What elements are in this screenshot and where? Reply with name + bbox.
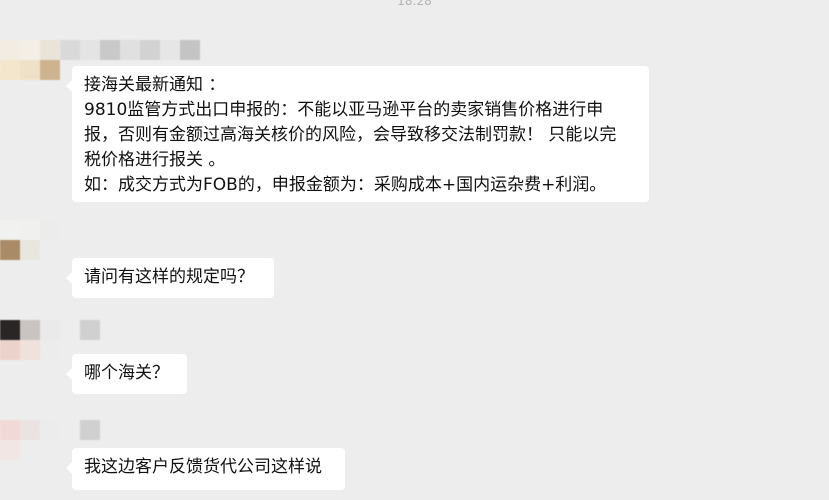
sender-name-blurred <box>80 320 100 340</box>
message-bubble[interactable]: 请问有这样的规定吗？ <box>66 258 274 298</box>
message-bubble[interactable]: 我这边客户反馈货代公司这样说 <box>66 448 345 490</box>
message-text: 如：成交方式为FOB的，申报金额为：采购成本+国内运杂费+利润。 <box>84 175 607 195</box>
message-bubble[interactable]: 接海关最新通知 ： 9810监管方式出口申报的：不能以亚马逊平台的卖家销售价格进… <box>66 66 649 202</box>
message-bubble[interactable]: 哪个海关？ <box>66 354 187 394</box>
message-text: 哪个海关？ <box>84 363 169 383</box>
sender-name-blurred <box>80 420 100 440</box>
message-text: 9810监管方式出口申报的：不能以亚马逊平台的卖家销售价格进行申 <box>84 100 604 120</box>
sender-avatar[interactable] <box>0 220 60 260</box>
message-text: 我这边客户反馈货代公司这样说 <box>84 457 322 477</box>
message-text: 报，否则有金额过高海关核价的风险，会导致移交法制罚款！ 只能以完 <box>84 125 617 145</box>
chat-timestamp: 18:28 <box>397 0 432 8</box>
sender-name-blurred <box>60 40 200 60</box>
message-text: 请问有这样的规定吗？ <box>84 267 254 287</box>
message-text: 税价格进行报关 。 <box>84 150 226 170</box>
sender-avatar[interactable] <box>0 40 60 80</box>
message-text: 接海关最新通知 ： <box>84 75 226 95</box>
sender-avatar[interactable] <box>0 420 60 460</box>
sender-avatar[interactable] <box>0 320 60 360</box>
